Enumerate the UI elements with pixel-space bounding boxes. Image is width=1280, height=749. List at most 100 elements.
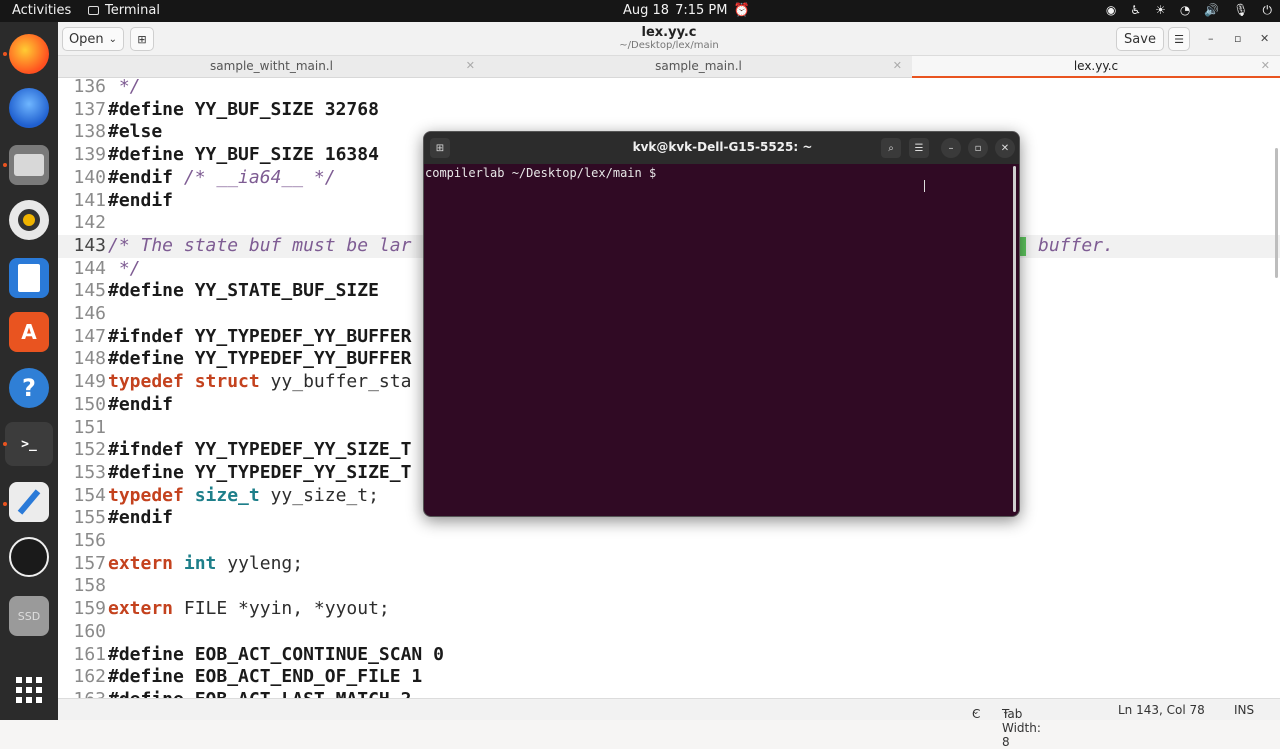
document-path: ~/Desktop/lex/main	[619, 40, 719, 51]
line-text: #ifndef YY_TYPEDEF_YY_SIZE_T	[108, 439, 412, 461]
tab-lex-yy-c[interactable]: lex.yy.c ✕	[912, 56, 1280, 78]
tab-label: lex.yy.c	[1073, 59, 1119, 73]
code-line: 162 #define EOB_ACT_END_OF_FILE 1	[58, 666, 1280, 689]
maximize-button[interactable]: ▫	[968, 138, 988, 158]
line-text: #define EOB_ACT_END_OF_FILE 1	[108, 666, 423, 688]
line-text: #endif	[108, 393, 174, 415]
line-text: #endif	[108, 166, 174, 188]
software-icon[interactable]: A	[9, 312, 49, 352]
code-line: 136 */	[58, 78, 1280, 99]
obs-icon[interactable]	[9, 537, 49, 577]
chevron-down-icon: ⌄	[972, 707, 980, 717]
menu-button[interactable]: ☰	[1168, 27, 1190, 51]
line-number: 149	[73, 371, 106, 393]
terminal-glyph: >_	[21, 436, 37, 452]
code-line: 163#define EOB_ACT_LAST_MATCH 2	[58, 689, 1280, 698]
editor-scrollbar[interactable]	[1275, 148, 1278, 278]
type-name: size_t	[183, 484, 260, 506]
files-icon[interactable]	[9, 145, 49, 185]
clock[interactable]: Aug 18 7:15 PM ⏰	[623, 3, 750, 18]
line-text: #define YY_STATE_BUF_SIZE	[108, 280, 379, 302]
line-text: yyleng;	[216, 552, 304, 574]
line-text: #else	[108, 121, 163, 143]
text-editor-icon[interactable]	[9, 482, 49, 522]
terminal-window: ⊞ kvk@kvk-Dell-G15-5525: ~ ⌕ ☰ – ▫ ✕ com…	[423, 131, 1020, 517]
system-tray[interactable]: ◉ ♿ ☀ ◔ 🔊 🎙 ⏻	[1106, 3, 1272, 18]
accessibility-icon[interactable]: ♿	[1130, 3, 1141, 18]
apps-grid-icon[interactable]	[9, 670, 49, 710]
line-text: #endif	[108, 189, 174, 211]
terminal-body[interactable]: compilerlab ~/Desktop/lex/main $	[424, 164, 1019, 516]
ssd-icon[interactable]: SSD	[9, 596, 49, 636]
line-text: /* The state buf must be lar	[108, 234, 412, 256]
close-tab-icon[interactable]: ✕	[1261, 56, 1270, 76]
close-button[interactable]: ✕	[995, 138, 1015, 158]
insert-mode: INS	[1234, 703, 1255, 717]
volume-icon[interactable]: 🔊	[1204, 3, 1219, 18]
writer-icon[interactable]	[9, 258, 49, 298]
top-bar: Activities Terminal Aug 18 7:15 PM ⏰ ◉ ♿…	[0, 0, 1280, 22]
save-button[interactable]: Save	[1116, 27, 1164, 51]
line-number: 147	[73, 325, 106, 347]
rhythmbox-icon[interactable]	[9, 200, 49, 240]
thunderbird-icon[interactable]	[9, 88, 49, 128]
close-tab-icon[interactable]: ✕	[466, 56, 475, 76]
close-tab-icon[interactable]: ✕	[893, 56, 902, 76]
line-number: 144	[73, 257, 106, 279]
mic-icon[interactable]: 🎙	[1233, 3, 1248, 18]
line-number: 163	[58, 689, 106, 698]
terminal-icon[interactable]: >_	[5, 422, 53, 466]
line-number: 137	[73, 98, 106, 120]
code-line: 137 #define YY_BUF_SIZE 32768	[58, 99, 1280, 122]
app-name: Terminal	[105, 3, 160, 18]
line-number: 156	[73, 530, 106, 551]
line-number: 138	[73, 121, 106, 143]
brightness-icon[interactable]: ☀	[1155, 3, 1166, 18]
line-number: 157	[73, 552, 106, 574]
line-text: */	[108, 78, 141, 97]
line-comment: /* __ia64__ */	[173, 166, 336, 188]
line-number: 148	[73, 348, 106, 370]
keyword: typedef	[108, 484, 184, 506]
maximize-button[interactable]: ▫	[1234, 32, 1241, 45]
line-number: 158	[73, 575, 106, 597]
firefox-icon[interactable]	[9, 34, 49, 74]
line-number: 155	[73, 507, 106, 529]
search-icon: ⌕	[888, 142, 894, 154]
minimize-icon: –	[948, 142, 954, 154]
minimize-button[interactable]: –	[1208, 32, 1214, 45]
line-number: 160	[73, 620, 106, 642]
search-button[interactable]: ⌕	[881, 138, 901, 158]
code-line: 160	[58, 621, 1280, 644]
line-text-tail: buffer.	[1038, 234, 1114, 256]
running-indicator	[3, 52, 7, 56]
close-button[interactable]: ✕	[1260, 32, 1269, 45]
keyword: struct	[183, 371, 260, 393]
line-text: #define EOB_ACT_LAST_MATCH 2	[108, 689, 411, 698]
tab-sample-main[interactable]: sample_main.l ✕	[485, 56, 912, 78]
app-menu[interactable]: Terminal	[88, 3, 160, 18]
line-text: yy_size_t;	[259, 484, 379, 506]
shell-prompt: compilerlab ~/Desktop/lex/main $	[425, 166, 664, 180]
code-line: 161 #define EOB_ACT_CONTINUE_SCAN 0	[58, 644, 1280, 667]
running-indicator	[3, 163, 7, 167]
type-name: int	[173, 552, 217, 574]
hamburger-icon: ☰	[1174, 32, 1184, 46]
tab-bar: sample_witht_main.l ✕ sample_main.l ✕ le…	[58, 56, 1280, 78]
activities-button[interactable]: Activities	[12, 3, 71, 18]
cursor-position[interactable]: Ln 143, Col 78	[1118, 703, 1205, 717]
terminal-title: kvk@kvk-Dell-G15-5525: ~	[632, 140, 813, 154]
line-number: 142	[73, 212, 106, 234]
hamburger-icon: ☰	[914, 142, 924, 154]
tab-sample-witht-main[interactable]: sample_witht_main.l ✕	[58, 56, 485, 78]
line-text: #define YY_TYPEDEF_YY_BUFFER	[108, 348, 412, 370]
wifi-icon[interactable]: ◔	[1180, 3, 1190, 18]
document-title: lex.yy.c	[641, 25, 697, 40]
menu-button[interactable]: ☰	[909, 138, 929, 158]
power-icon[interactable]: ⏻	[1263, 3, 1273, 18]
minimize-button[interactable]: –	[941, 138, 961, 158]
terminal-scrollbar[interactable]	[1013, 166, 1016, 512]
line-text: yy_buffer_sta	[259, 371, 412, 393]
record-icon[interactable]: ◉	[1106, 3, 1116, 18]
help-icon[interactable]: ?	[9, 368, 49, 408]
